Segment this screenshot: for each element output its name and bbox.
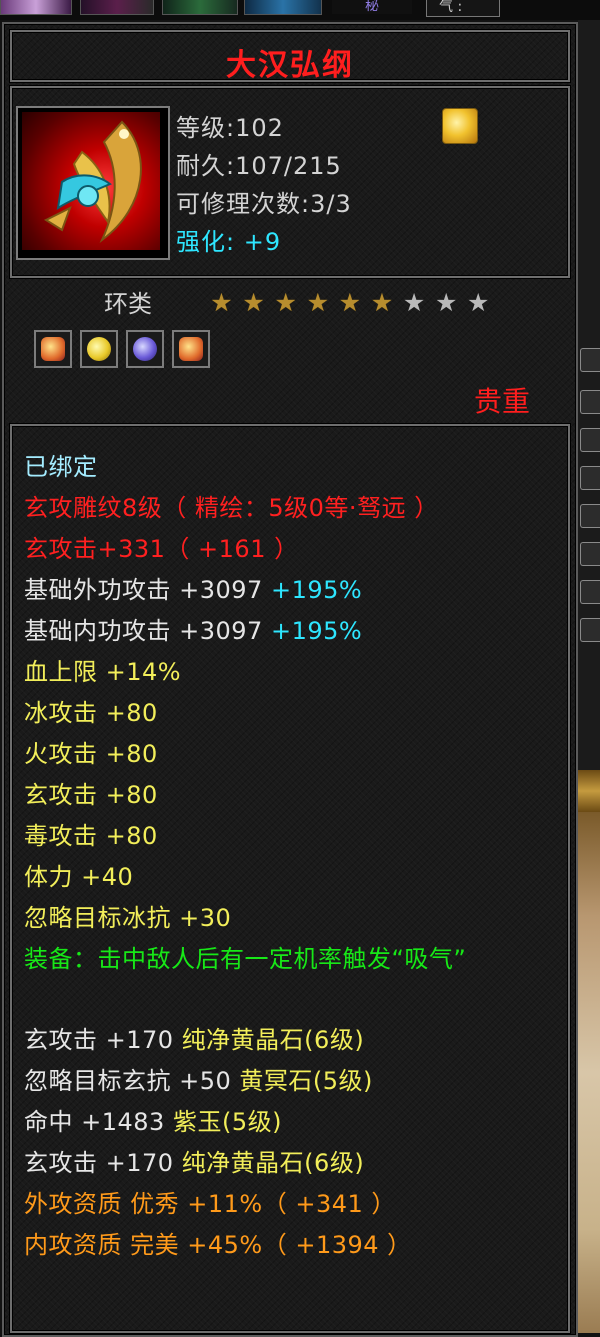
side-button[interactable] xyxy=(580,428,600,452)
side-banner xyxy=(578,770,600,812)
orange-gem-icon[interactable] xyxy=(172,330,210,368)
star-rating: ★ ★ ★ ★ ★ ★ ★ ★ ★ xyxy=(208,290,492,316)
gem3-stat: 命中 +1483 xyxy=(24,1108,165,1136)
side-button[interactable] xyxy=(580,504,600,528)
fire-label: 火攻击 xyxy=(24,740,98,768)
gem-line-4: 玄攻击 +170 纯净黄晶石(6级) xyxy=(24,1148,364,1178)
engrave-line: 玄攻雕纹8级（ 精绘：5级0等·驽远 ） xyxy=(24,494,439,522)
fire-value: +80 xyxy=(105,740,158,768)
star-icon: ★ xyxy=(306,288,329,317)
star-icon: ★ xyxy=(434,288,458,317)
stamina-label: 体力 xyxy=(24,863,73,891)
yellow-gem-icon[interactable] xyxy=(80,330,118,368)
star-icon: ★ xyxy=(210,288,233,317)
ext-aptitude: 外攻资质 优秀 +11%（ +341 ） xyxy=(24,1190,396,1218)
skill-slot-3[interactable] xyxy=(162,0,238,15)
xuan-attack-total: 玄攻击+331（ +161 ） xyxy=(24,535,299,563)
ext-attack-line: 基础外功攻击 +3097 +195% xyxy=(24,575,362,605)
stamina-value: +40 xyxy=(81,863,134,891)
xuan-attack-line: 玄攻击 +80 xyxy=(24,780,158,810)
ignore-ice-label: 忽略目标冰抗 xyxy=(24,904,171,932)
top-skill-bar: 秘 气 : xyxy=(0,0,600,20)
top-tab-partial[interactable]: 秘 xyxy=(332,0,412,14)
side-button[interactable] xyxy=(580,618,600,642)
gem3-name: 紫玉(5级) xyxy=(172,1108,282,1136)
ice-value: +80 xyxy=(105,699,158,727)
star-icon: ★ xyxy=(274,288,297,317)
item-repair-count: 可修理次数:3/3 xyxy=(176,190,352,218)
item-durability: 耐久:107/215 xyxy=(176,152,342,180)
item-category: 环类 xyxy=(104,290,152,318)
purple-gem-icon[interactable] xyxy=(126,330,164,368)
star-icon: ★ xyxy=(242,288,265,317)
xuan-value: +80 xyxy=(105,781,158,809)
game-screen: 秘 气 : 大汉弘纲 等级:102 耐久:107/215 可修理次数:3/3 强… xyxy=(0,0,600,1337)
hp-label: 血上限 xyxy=(24,658,98,686)
side-button[interactable] xyxy=(580,348,600,372)
xuan-label: 玄攻击 xyxy=(24,781,98,809)
gem-line-2: 忽略目标玄抗 +50 黄冥石(5级) xyxy=(24,1066,373,1096)
gem2-stat: 忽略目标玄抗 +50 xyxy=(24,1067,232,1095)
game-scene-background xyxy=(578,812,600,1333)
gem-line-1: 玄攻击 +170 纯净黄晶石(6级) xyxy=(24,1025,364,1055)
star-icon: ★ xyxy=(402,288,426,317)
orange-gem-icon[interactable] xyxy=(34,330,72,368)
ice-label: 冰攻击 xyxy=(24,699,98,727)
ignore-ice-value: +30 xyxy=(179,904,232,932)
hp-value: +14% xyxy=(105,658,182,686)
int-attack-line: 基础内功攻击 +3097 +195% xyxy=(24,616,362,646)
poison-value: +80 xyxy=(105,822,158,850)
bound-status: 已绑定 xyxy=(24,453,98,481)
hp-line: 血上限 +14% xyxy=(24,657,181,687)
enhance-label: 强化: xyxy=(176,228,236,256)
ext-attack-percent: +195% xyxy=(270,576,363,604)
gem1-name: 纯净黄晶石(6级) xyxy=(181,1026,365,1054)
item-icon-frame xyxy=(16,106,170,260)
item-enhance: 强化: +9 xyxy=(176,222,281,257)
item-level: 等级:102 xyxy=(176,114,284,142)
gem2-name: 黄冥石(5级) xyxy=(239,1067,373,1095)
skill-slot-1[interactable] xyxy=(0,0,72,15)
side-button[interactable] xyxy=(580,466,600,490)
skill-slot-2[interactable] xyxy=(80,0,154,15)
gem4-name: 纯净黄晶石(6级) xyxy=(181,1149,365,1177)
top-tab-qi[interactable]: 气 : xyxy=(426,0,500,17)
int-attack-percent: +195% xyxy=(270,617,363,645)
int-aptitude: 内攻资质 完美 +45%（ +1394 ） xyxy=(24,1231,412,1259)
gem1-stat: 玄攻击 +170 xyxy=(24,1026,174,1054)
equip-effect: 装备：击中敌人后有一定机率触发“吸气” xyxy=(24,945,467,973)
enhance-value: +9 xyxy=(243,228,282,256)
int-attack-label: 基础内功攻击 +3097 xyxy=(24,617,263,645)
red-weapon-icon xyxy=(22,112,160,250)
side-button[interactable] xyxy=(580,542,600,566)
fire-attack-line: 火攻击 +80 xyxy=(24,739,158,769)
item-tooltip: 大汉弘纲 等级:102 耐久:107/215 可修理次数:3/3 强化: +9 xyxy=(2,22,578,1337)
gem4-stat: 玄攻击 +170 xyxy=(24,1149,174,1177)
star-icon: ★ xyxy=(338,288,362,317)
star-icon: ★ xyxy=(467,288,490,317)
side-button[interactable] xyxy=(580,390,600,414)
ignore-ice-line: 忽略目标冰抗 +30 xyxy=(24,903,231,933)
poison-label: 毒攻击 xyxy=(24,822,98,850)
item-title-box: 大汉弘纲 xyxy=(10,30,570,83)
skill-slot-4[interactable] xyxy=(244,0,322,15)
star-icon: ★ xyxy=(370,288,394,317)
ext-attack-label: 基础外功攻击 +3097 xyxy=(24,576,263,604)
side-button[interactable] xyxy=(580,580,600,604)
ice-attack-line: 冰攻击 +80 xyxy=(24,698,158,728)
gem-line-3: 命中 +1483 紫玉(5级) xyxy=(24,1107,282,1137)
item-rarity: 贵重 xyxy=(474,385,531,418)
gold-gem-badge-icon[interactable] xyxy=(442,108,478,144)
stamina-line: 体力 +40 xyxy=(24,862,133,892)
poison-attack-line: 毒攻击 +80 xyxy=(24,821,158,851)
item-name: 大汉弘纲 xyxy=(226,48,354,83)
